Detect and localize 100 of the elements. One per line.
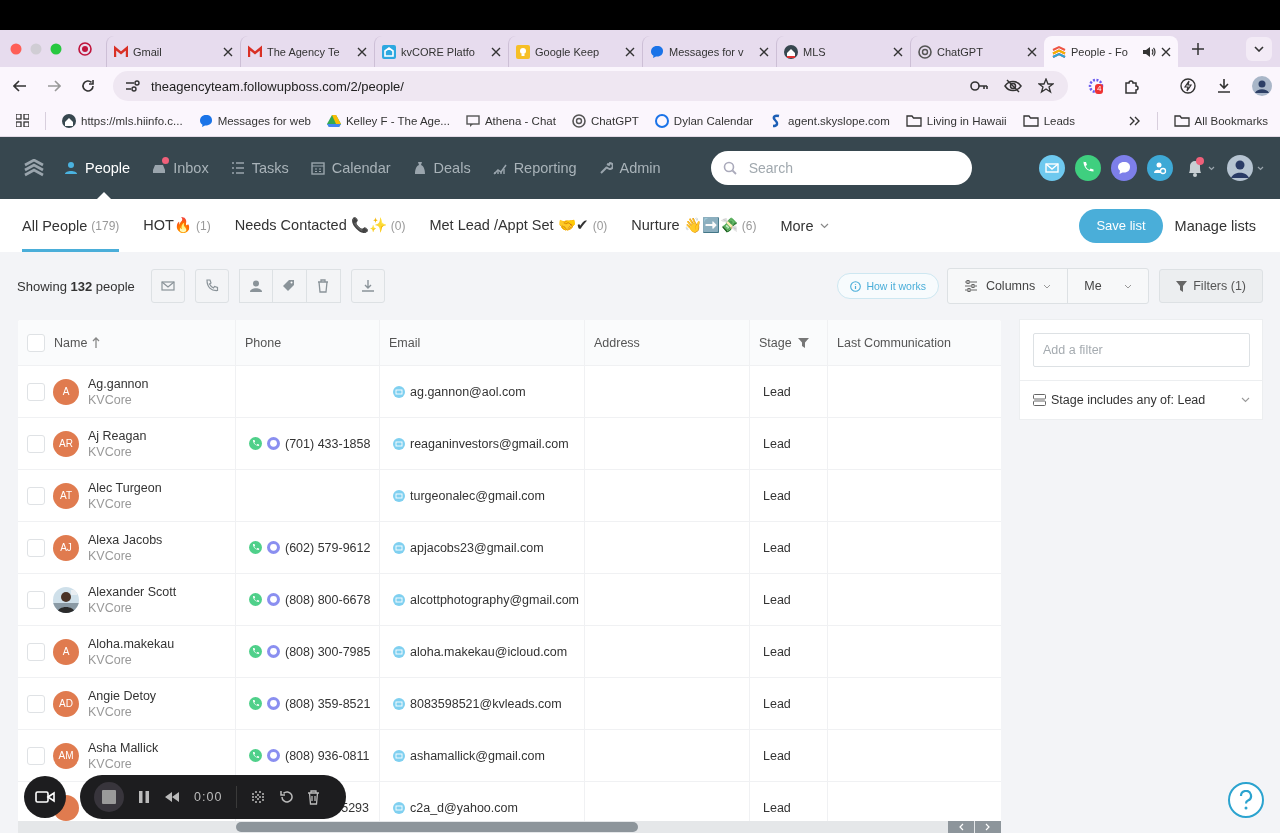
text-message-icon[interactable] — [267, 437, 280, 450]
list-tab[interactable]: All People (179) — [22, 199, 120, 252]
add-filter-field[interactable]: Add a filter — [1033, 333, 1250, 367]
profile-avatar-icon[interactable] — [1252, 76, 1272, 96]
row-checkbox[interactable] — [27, 538, 45, 557]
close-icon[interactable] — [1027, 46, 1037, 57]
email-icon[interactable] — [1039, 155, 1065, 181]
bookmark[interactable]: Athena - Chat — [465, 113, 556, 128]
email-address[interactable]: c2a_d@yahoo.com — [410, 800, 518, 815]
column-header[interactable]: Stage — [759, 335, 792, 350]
forward-arrow-icon[interactable] — [47, 80, 61, 92]
tag-button[interactable] — [272, 269, 307, 303]
email-address[interactable]: apjacobs23@gmail.com — [410, 540, 544, 555]
person-name[interactable]: Angie Detoy — [88, 688, 157, 703]
text-message-icon[interactable] — [267, 749, 280, 762]
person-name[interactable]: Alec Turgeon — [88, 480, 162, 495]
plus-icon[interactable] — [1192, 42, 1204, 55]
export-button[interactable] — [350, 269, 385, 303]
nav-item[interactable]: Deals — [412, 137, 471, 199]
search-field[interactable]: Search — [710, 151, 972, 185]
back-arrow-icon[interactable] — [13, 80, 27, 92]
browser-tab[interactable]: People - Fo — [1044, 36, 1178, 67]
eye-off-icon[interactable] — [1004, 79, 1022, 93]
download-icon[interactable] — [1216, 78, 1232, 94]
close-icon[interactable] — [759, 46, 769, 57]
user-avatar-icon[interactable] — [1227, 155, 1253, 181]
sort-up-arrow-icon[interactable] — [92, 337, 101, 348]
search-input[interactable]: Search — [746, 159, 947, 177]
double-chevron-icon[interactable] — [1128, 115, 1141, 126]
address-field[interactable]: theagencyteam.followupboss.com/2/people/ — [113, 71, 1068, 101]
column-header[interactable]: Email — [389, 335, 421, 350]
bookmark[interactable]: ChatGPT — [571, 113, 639, 128]
list-tab[interactable]: Needs Contacted 📞✨ (0) — [234, 199, 406, 252]
more-dropdown[interactable]: More — [780, 199, 830, 252]
scroll-thumb[interactable] — [236, 822, 638, 832]
row-checkbox[interactable] — [27, 746, 45, 765]
phone-number[interactable]: (701) 433-1858 — [285, 436, 371, 451]
person-name[interactable]: Alexa Jacobs — [88, 532, 163, 547]
person-name[interactable]: Alexander Scott — [88, 584, 177, 599]
column-header[interactable]: Address — [594, 335, 640, 350]
apps-grid-icon[interactable] — [16, 114, 29, 127]
email-address[interactable]: aloha.makekau@icloud.com — [410, 644, 568, 659]
email-address[interactable]: turgeonalec@gmail.com — [410, 488, 545, 503]
close-icon[interactable] — [491, 46, 501, 57]
row-checkbox[interactable] — [27, 590, 45, 609]
tab-search-button[interactable] — [1246, 36, 1272, 61]
text-message-icon[interactable] — [267, 697, 280, 710]
assign-button[interactable] — [238, 269, 273, 303]
star-icon[interactable] — [1038, 78, 1054, 94]
email-button[interactable] — [150, 269, 185, 303]
select-all-checkbox[interactable] — [27, 333, 45, 352]
owner-dropdown[interactable]: Me — [1067, 269, 1149, 303]
reload-icon[interactable] — [81, 79, 95, 93]
caret-icon[interactable] — [1257, 165, 1264, 171]
row-checkbox[interactable] — [27, 642, 45, 661]
bookmark[interactable]: Living in Hawaii — [905, 114, 1007, 127]
bookmark[interactable]: https://mls.hiinfo.c... — [62, 113, 183, 128]
row-checkbox[interactable] — [27, 382, 45, 401]
list-tab[interactable]: Nurture 👋➡💸 (6) — [631, 199, 757, 252]
bookmark[interactable]: Leads — [1022, 114, 1075, 127]
delete-button[interactable] — [306, 269, 341, 303]
window-controls-icon[interactable] — [10, 42, 62, 55]
row-checkbox[interactable] — [27, 434, 45, 453]
column-header[interactable]: Last Communication — [837, 335, 951, 350]
bookmark[interactable]: Messages for web — [198, 113, 311, 128]
chat-bubble-icon[interactable] — [1111, 155, 1137, 181]
funnel-icon[interactable] — [797, 337, 809, 348]
bookmark[interactable]: Kelley F - The Age... — [326, 113, 450, 128]
close-icon[interactable] — [1161, 46, 1171, 57]
column-header[interactable]: Name — [54, 335, 88, 350]
close-icon[interactable] — [625, 46, 635, 57]
nav-item[interactable]: Tasks — [230, 137, 289, 199]
close-icon[interactable] — [223, 46, 233, 57]
filter-row[interactable]: Stage includes any of: Lead — [1020, 381, 1262, 419]
record-icon[interactable] — [78, 41, 92, 56]
manage-lists-link[interactable]: Manage lists — [1170, 217, 1260, 234]
phone-number[interactable]: (808) 300-7985 — [285, 644, 371, 659]
row-checkbox[interactable] — [27, 694, 45, 713]
phone-number[interactable]: (808) 359-8521 — [285, 696, 371, 711]
bookmark[interactable]: Dylan Calendar — [654, 113, 754, 128]
nav-item[interactable]: Calendar — [310, 137, 391, 199]
close-icon[interactable] — [357, 46, 367, 57]
phone-number[interactable]: (602) 579-9612 — [285, 540, 371, 555]
bookmark[interactable]: agent.skyslope.com — [769, 113, 890, 128]
key-icon[interactable] — [970, 80, 988, 92]
person-name[interactable]: Aj Reagan — [88, 428, 147, 443]
email-address[interactable]: ag.gannon@aol.com — [410, 384, 526, 399]
phone-number[interactable]: (808) 936-0811 — [285, 748, 370, 763]
dot-grid-icon[interactable] — [251, 790, 266, 804]
call-button[interactable] — [194, 269, 229, 303]
email-address[interactable]: alcottphotography@gmail.com — [410, 592, 580, 607]
row-checkbox[interactable] — [27, 486, 45, 505]
email-address[interactable]: reaganinvestors@gmail.com — [410, 436, 569, 451]
trash-icon[interactable] — [307, 789, 321, 805]
text-message-icon[interactable] — [267, 541, 280, 554]
add-person-icon[interactable] — [1147, 155, 1173, 181]
rewind-icon[interactable] — [164, 791, 180, 803]
horizontal-scrollbar[interactable] — [18, 821, 1001, 833]
person-name[interactable]: Ag.gannon — [88, 376, 149, 391]
phone-icon[interactable] — [1075, 155, 1101, 181]
